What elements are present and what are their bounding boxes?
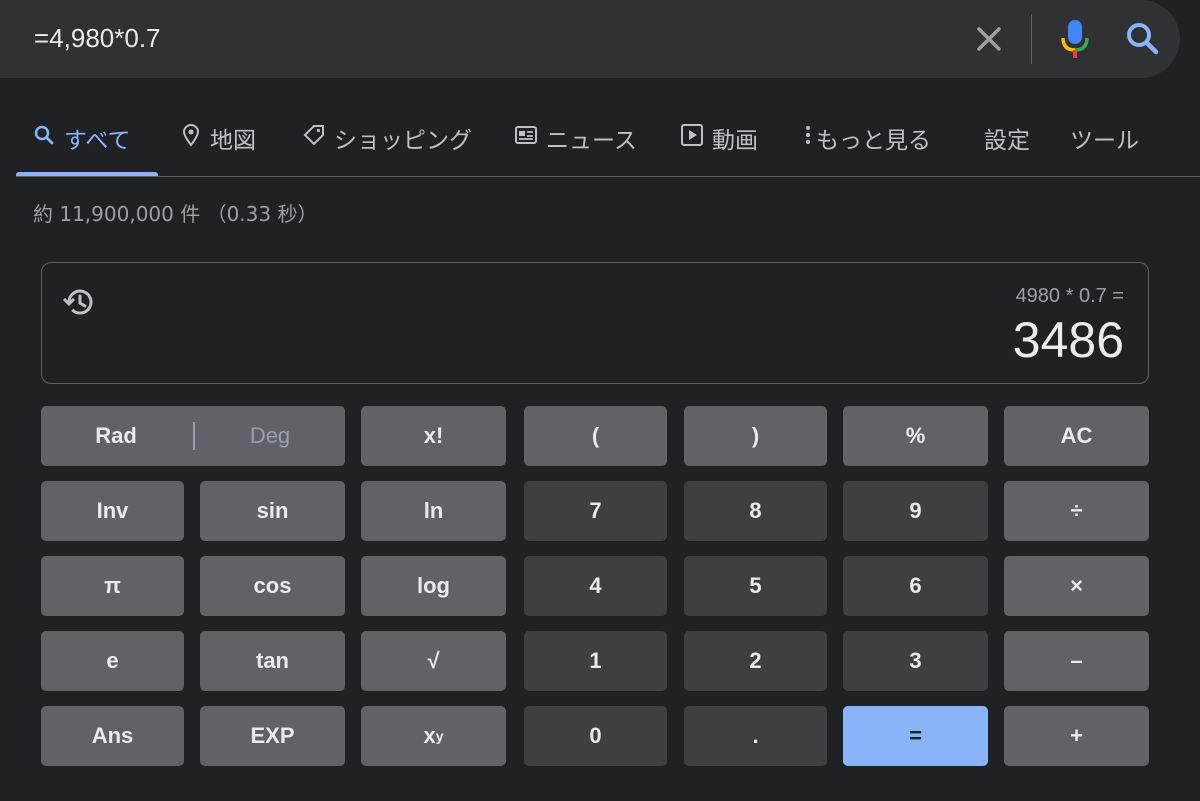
answer-button[interactable]: Ans [41, 706, 184, 766]
search-divider [1031, 14, 1032, 64]
rad-deg-toggle: Rad Deg [41, 406, 345, 466]
inverse-button[interactable]: Inv [41, 481, 184, 541]
deg-button[interactable]: Deg [195, 406, 345, 466]
tab-settings[interactable]: 設定 [984, 118, 1030, 158]
add-button[interactable]: + [1004, 706, 1149, 766]
digit-5-button[interactable]: 5 [684, 556, 827, 616]
search-bar: =4,980*0.7 [0, 0, 1180, 78]
subtract-button[interactable]: – [1004, 631, 1149, 691]
tab-videos[interactable]: 動画 [680, 118, 758, 158]
map-pin-icon [180, 123, 202, 153]
tab-more[interactable]: もっと見る [804, 118, 931, 158]
newspaper-icon [514, 124, 538, 152]
tab-all[interactable]: すべて [32, 118, 130, 158]
microphone-icon[interactable] [1056, 16, 1094, 62]
result-stats: 約 11,900,000 件 （0.33 秒） [33, 202, 318, 226]
e-button[interactable]: e [41, 631, 184, 691]
calculator-display: 4980 * 0.7 = 3486 [41, 262, 1149, 384]
play-icon [680, 123, 704, 153]
divide-button[interactable]: ÷ [1004, 481, 1149, 541]
percent-button[interactable]: % [843, 406, 988, 466]
tab-label: 地図 [210, 128, 256, 154]
digit-8-button[interactable]: 8 [684, 481, 827, 541]
search-tabs: すべて 地図 ショッピング ニュース 動画 もっと見る 設定 ツール [0, 100, 1200, 176]
multiply-button[interactable]: × [1004, 556, 1149, 616]
tab-news[interactable]: ニュース [514, 118, 637, 158]
sin-button[interactable]: sin [200, 481, 345, 541]
pi-button[interactable]: π [41, 556, 184, 616]
tag-icon [302, 123, 326, 153]
rad-button[interactable]: Rad [41, 406, 191, 466]
tab-tools[interactable]: ツール [1070, 118, 1139, 158]
cos-button[interactable]: cos [200, 556, 345, 616]
tab-label: ニュース [546, 128, 637, 154]
digit-1-button[interactable]: 1 [524, 631, 667, 691]
tab-shopping[interactable]: ショッピング [302, 118, 472, 158]
search-icon[interactable] [1122, 18, 1164, 60]
more-vert-icon [804, 123, 812, 153]
power-base: x [423, 723, 436, 748]
sqrt-button[interactable]: √ [361, 631, 506, 691]
log-button[interactable]: log [361, 556, 506, 616]
search-input[interactable]: =4,980*0.7 [34, 20, 161, 56]
all-clear-button[interactable]: AC [1004, 406, 1149, 466]
tab-label: ツール [1070, 128, 1139, 154]
digit-6-button[interactable]: 6 [843, 556, 988, 616]
digit-7-button[interactable]: 7 [524, 481, 667, 541]
digit-4-button[interactable]: 4 [524, 556, 667, 616]
clear-icon[interactable] [970, 20, 1008, 58]
tab-label: 設定 [984, 128, 1030, 154]
search-icon [32, 123, 56, 153]
calculator-result: 3486 [1012, 312, 1124, 368]
tab-label: 動画 [712, 128, 758, 154]
digit-2-button[interactable]: 2 [684, 631, 827, 691]
factorial-button[interactable]: x! [361, 406, 506, 466]
power-exponent: y [435, 728, 444, 744]
tab-label: ショッピング [334, 128, 472, 154]
digit-0-button[interactable]: 0 [524, 706, 667, 766]
history-icon[interactable] [62, 285, 96, 319]
tab-maps[interactable]: 地図 [180, 118, 256, 158]
ln-button[interactable]: ln [361, 481, 506, 541]
left-paren-button[interactable]: ( [524, 406, 667, 466]
tab-label: もっと見る [816, 128, 931, 154]
equals-button[interactable]: = [843, 706, 988, 766]
tabs-divider [16, 176, 1200, 177]
calculator-expression: 4980 * 0.7 = [1015, 285, 1124, 307]
right-paren-button[interactable]: ) [684, 406, 827, 466]
tab-label: すべて [64, 128, 131, 154]
exp-button[interactable]: EXP [200, 706, 345, 766]
tan-button[interactable]: tan [200, 631, 345, 691]
digit-9-button[interactable]: 9 [843, 481, 988, 541]
decimal-button[interactable]: . [684, 706, 827, 766]
power-button[interactable]: xy [361, 706, 506, 766]
digit-3-button[interactable]: 3 [843, 631, 988, 691]
